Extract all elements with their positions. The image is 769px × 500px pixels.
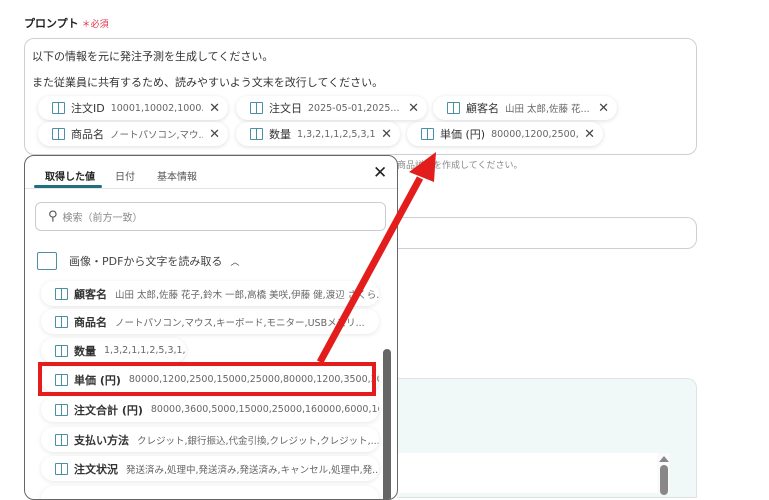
arrow-head [409, 152, 436, 182]
annotation-arrow [316, 152, 436, 364]
arrow-shaft [316, 176, 424, 364]
